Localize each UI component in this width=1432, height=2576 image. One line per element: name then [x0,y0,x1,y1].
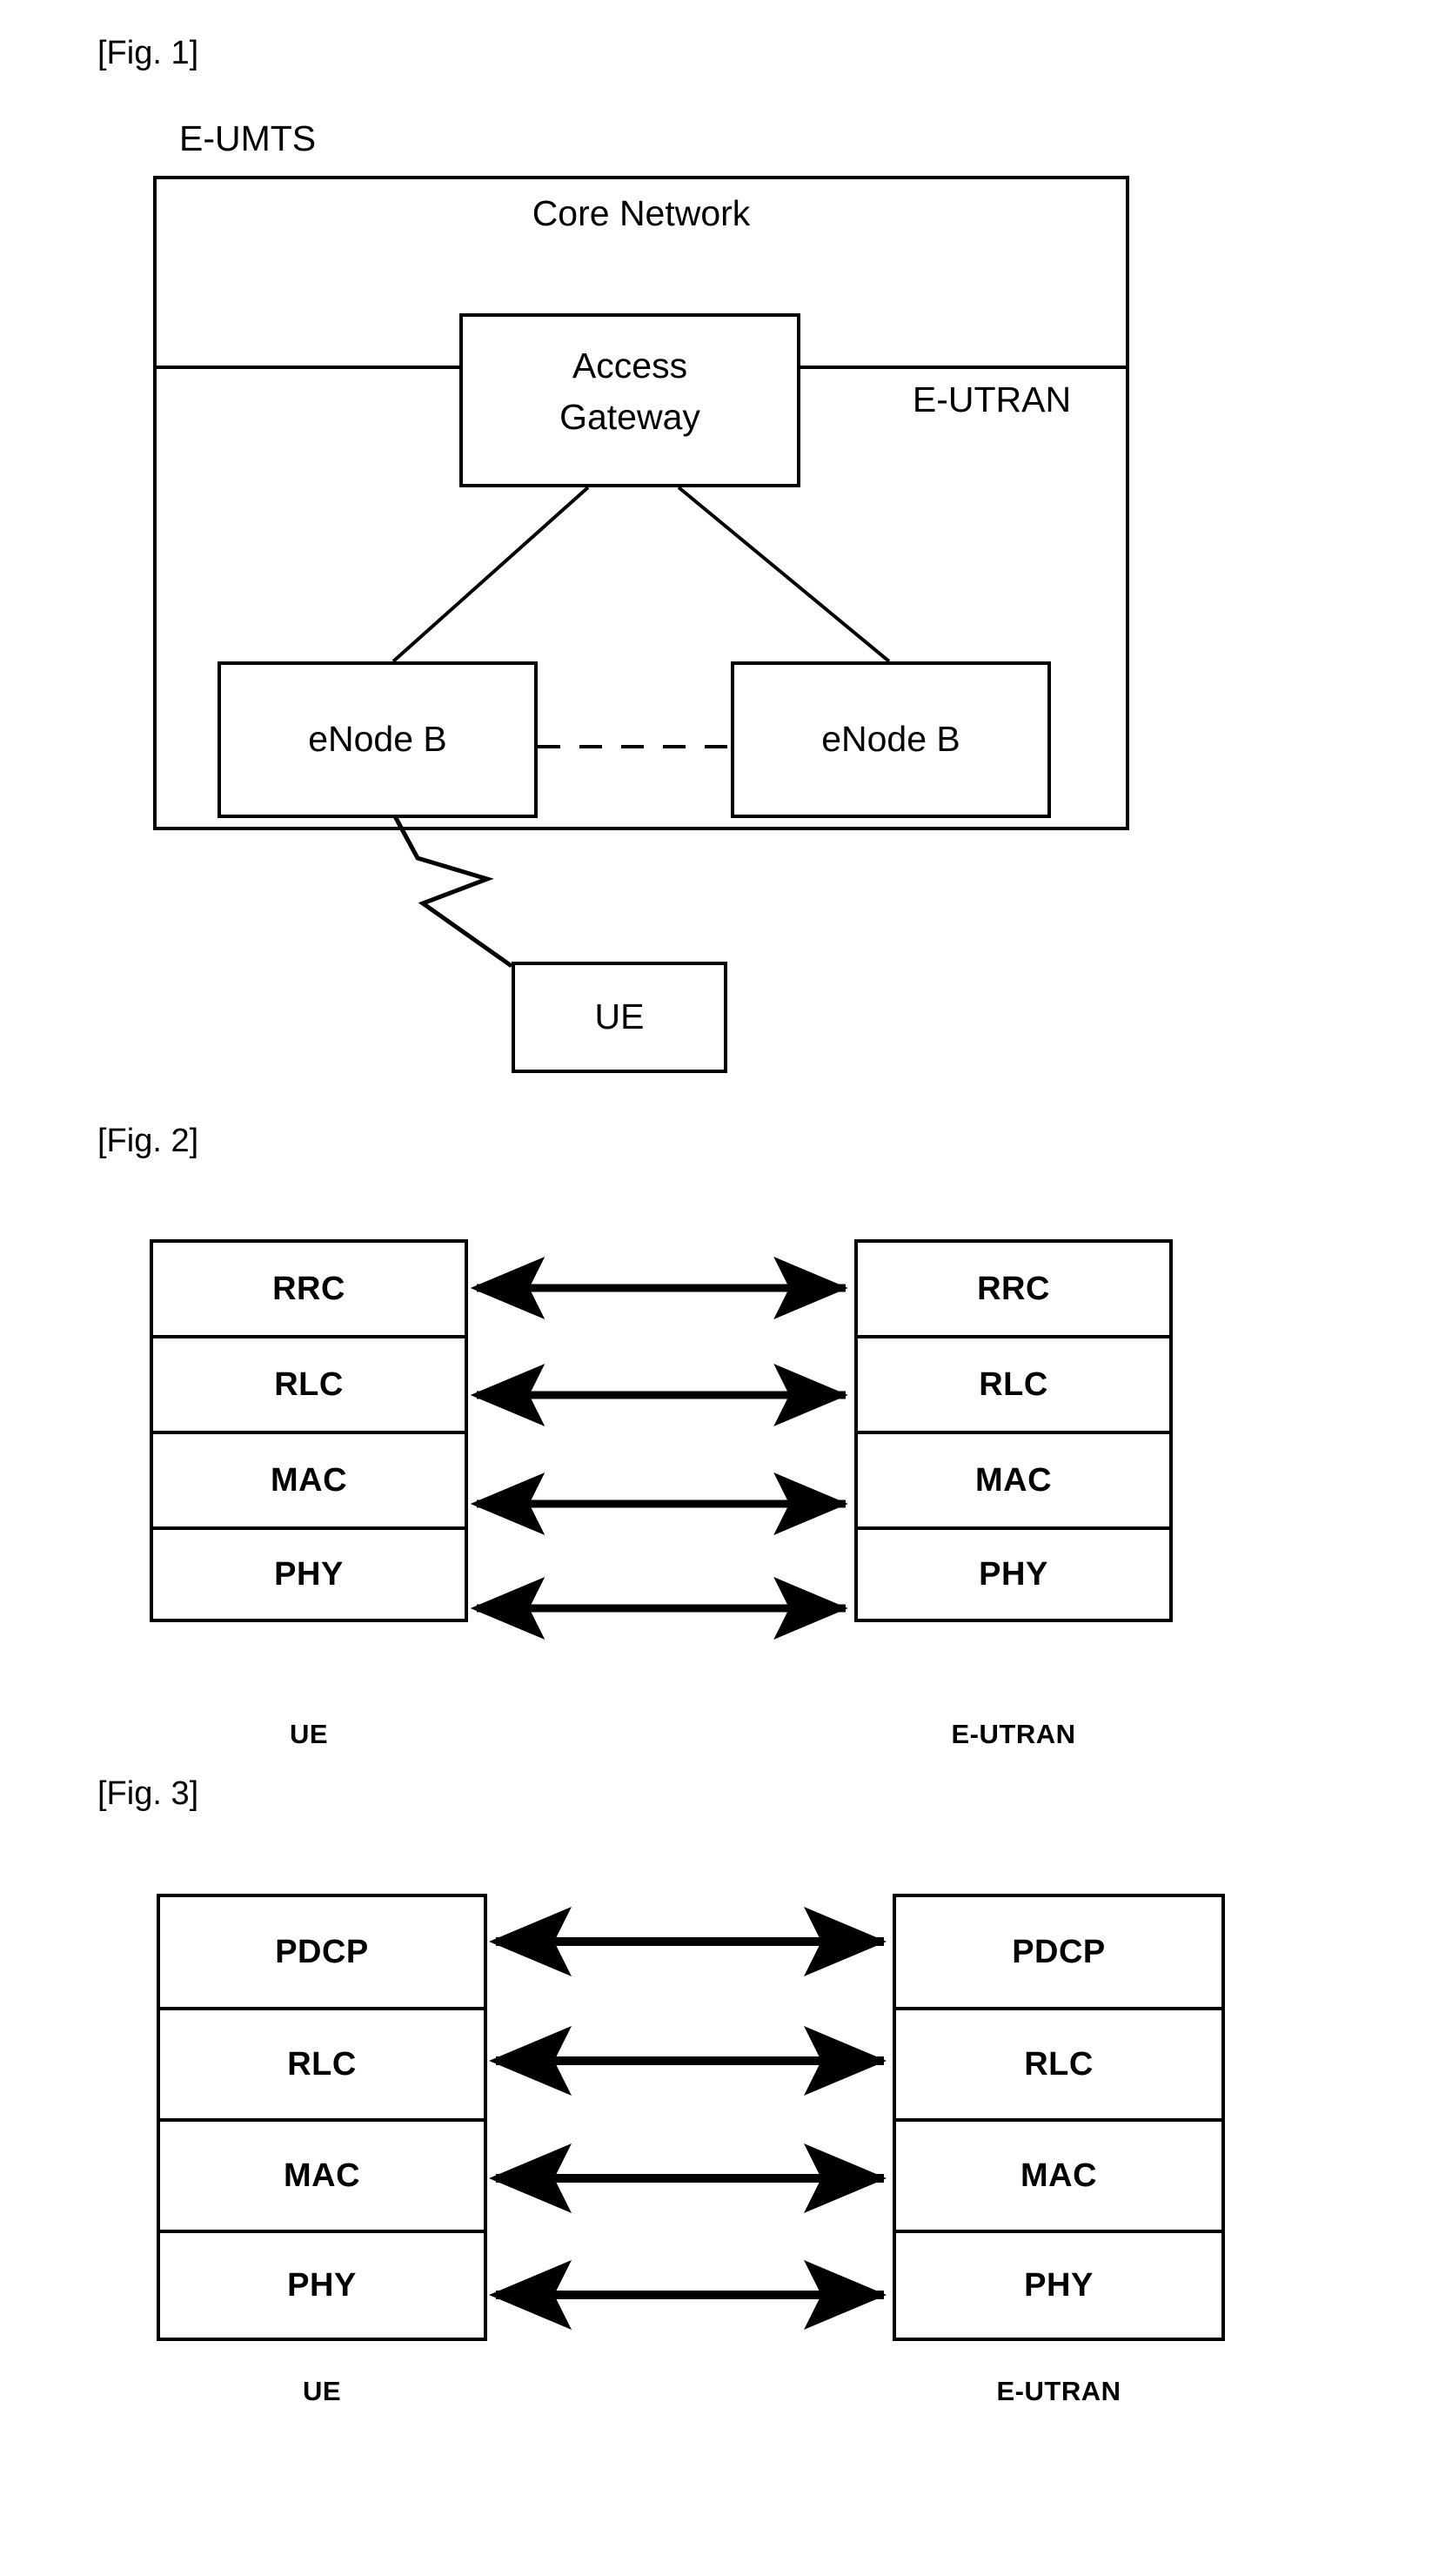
fig2-right-layer-mac: MAC [854,1431,1173,1526]
fig3-left-layer-rlc-label: RLC [287,2045,357,2083]
fig2-right-layer-rlc: RLC [854,1335,1173,1431]
fig3-right-layer-mac-label: MAC [1020,2157,1098,2194]
fig2-left-layer-mac-label: MAC [270,1461,348,1499]
fig3-right-layer-pdcp-label: PDCP [1012,1933,1106,1970]
figure-1-caption: [Fig. 1] [97,35,199,71]
fig1-access-gateway-label-line1: Access [572,345,688,386]
fig2-right-layer-rlc-label: RLC [979,1365,1048,1403]
fig3-right-layer-phy: PHY [893,2230,1225,2341]
fig1-core-network-label: Core Network [532,193,751,234]
fig1-eumts-title: E-UMTS [179,118,317,158]
figure-2-caption: [Fig. 2] [97,1123,199,1159]
fig3-right-layer-phy-label: PHY [1024,2266,1094,2304]
fig2-right-layer-rrc-label: RRC [977,1270,1050,1307]
fig3-right-layer-rlc: RLC [893,2007,1225,2118]
fig2-left-layer-phy: PHY [150,1526,468,1622]
fig3-left-layer-rlc: RLC [157,2007,487,2118]
fig2-right-stack-label: E-UTRAN [951,1719,1076,1749]
fig2-right-layer-rrc: RRC [854,1239,1173,1335]
fig3-left-layer-pdcp: PDCP [157,1894,487,2007]
fig3-left-stack-label: UE [302,2376,342,2406]
fig3-left-layer-pdcp-label: PDCP [275,1933,369,1970]
fig2-left-layer-rrc-label: RRC [272,1270,345,1307]
fig2-left-layer-rlc: RLC [150,1335,468,1431]
fig1-ue-label: UE [594,996,645,1037]
fig3-right-stack-label: E-UTRAN [996,2376,1121,2406]
fig2-left-layer-rlc-label: RLC [274,1365,344,1403]
figure-3-caption: [Fig. 3] [97,1775,199,1812]
fig3-left-layer-mac-label: MAC [283,2157,361,2194]
patent-drawing-sheet: [Fig. 1] E-UMTS Core Network E-UTRAN Acc… [0,0,1432,2576]
fig2-left-layer-rrc: RRC [150,1239,468,1335]
fig1-radio-link-zigzag [392,815,513,969]
fig3-right-layer-mac: MAC [893,2118,1225,2230]
fig2-left-stack-label: UE [289,1719,329,1749]
fig1-eutran-label: E-UTRAN [912,379,1072,420]
fig3-left-layer-mac: MAC [157,2118,487,2230]
fig2-right-layer-phy-label: PHY [979,1555,1048,1593]
fig1-enodeb-right-label: eNode B [821,719,960,760]
fig2-right-layer-mac-label: MAC [974,1461,1053,1499]
fig1-enodeb-left-label: eNode B [308,719,447,760]
fig2-right-layer-phy: PHY [854,1526,1173,1622]
fig1-access-gateway-label-line2: Gateway [559,396,700,437]
fig3-right-layer-pdcp: PDCP [893,1894,1225,2007]
fig3-left-layer-phy: PHY [157,2230,487,2341]
fig3-left-layer-phy-label: PHY [287,2266,357,2304]
fig3-right-layer-rlc-label: RLC [1024,2045,1094,2083]
fig2-left-layer-phy-label: PHY [274,1555,344,1593]
fig2-left-layer-mac: MAC [150,1431,468,1526]
